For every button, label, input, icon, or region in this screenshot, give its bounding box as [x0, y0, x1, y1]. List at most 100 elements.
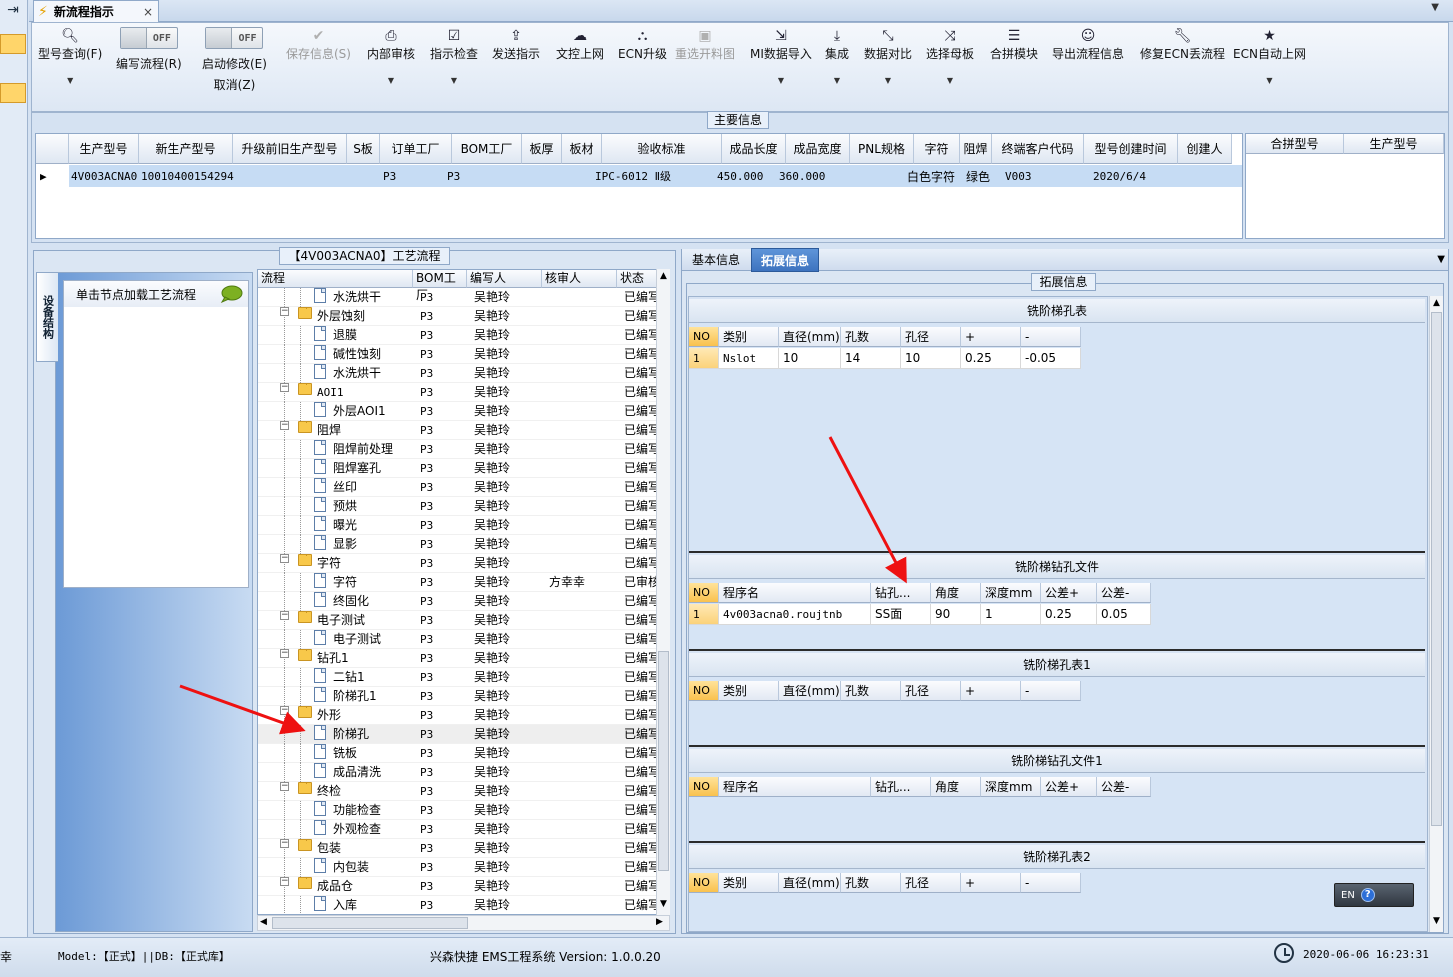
scroll-thumb[interactable]	[1431, 312, 1442, 826]
section-col-header[interactable]: -	[1021, 873, 1081, 893]
col-header[interactable]: 阻焊	[960, 134, 992, 164]
ime-widget[interactable]: EN ?	[1334, 883, 1414, 907]
col-header-combine-model[interactable]: 合拼型号	[1246, 134, 1344, 154]
tab-equipment-structure[interactable]: 设备结构	[36, 272, 58, 362]
scroll-left-icon[interactable]: ◀	[260, 917, 267, 927]
section-col-header[interactable]: 类别	[719, 873, 779, 893]
section-col-header[interactable]: 孔数	[841, 873, 901, 893]
tree-item-row[interactable]: 阻焊塞孔 P3 吴艳玲 已编写	[258, 459, 658, 478]
col-header[interactable]: 终端客户代码	[992, 134, 1084, 164]
section-col-header[interactable]: 直径(mm)	[779, 873, 841, 893]
section-col-header[interactable]: 角度	[931, 777, 981, 797]
section-cell[interactable]: -0.05	[1021, 348, 1081, 369]
col-header[interactable]: BOM工厂	[452, 134, 522, 164]
collapse-icon[interactable]: −	[280, 782, 289, 791]
section-col-header[interactable]: NO	[689, 583, 719, 603]
scroll-up-icon[interactable]: ▲	[657, 271, 670, 281]
tab-basic-info[interactable]: 基本信息	[683, 249, 749, 271]
section-col-header[interactable]: 钻孔...	[871, 583, 931, 603]
section-col-header[interactable]: 直径(mm)	[779, 681, 841, 701]
section-col-header[interactable]: 深度mm	[981, 777, 1041, 797]
section-col-header[interactable]: NO	[689, 777, 719, 797]
scroll-thumb[interactable]	[658, 651, 669, 871]
close-icon[interactable]: ×	[143, 5, 153, 19]
collapse-icon[interactable]: −	[280, 383, 289, 392]
tree-item-row[interactable]: 曝光 P3 吴艳玲 已编写	[258, 516, 658, 535]
scroll-up-icon[interactable]: ▲	[1430, 298, 1443, 308]
collapse-icon[interactable]: −	[280, 706, 289, 715]
tree-folder-row[interactable]: − 成品仓 P3 吴艳玲 已编写	[258, 877, 658, 896]
section-col-header[interactable]: 孔数	[841, 681, 901, 701]
col-header[interactable]: 成品宽度	[786, 134, 850, 164]
section-col-header[interactable]: 公差+	[1041, 583, 1097, 603]
combine-button[interactable]: ☰ 合拼模块	[990, 27, 1038, 62]
tree-item-row[interactable]: 二钻1 P3 吴艳玲 已编写	[258, 668, 658, 687]
col-header[interactable]: 订单工厂	[380, 134, 452, 164]
section-col-header[interactable]: NO	[689, 873, 719, 893]
section-col-header[interactable]: NO	[689, 681, 719, 701]
col-header-author[interactable]: 编写人	[467, 270, 542, 288]
section-cell[interactable]: 10	[779, 348, 841, 369]
tree-folder-row[interactable]: − 字符 P3 吴艳玲 已编写	[258, 554, 658, 573]
col-header[interactable]: S板	[347, 134, 380, 164]
collapse-icon[interactable]: −	[280, 307, 289, 316]
section-col-header[interactable]: +	[961, 327, 1021, 347]
mi-import-button[interactable]: ⇲ MI数据导入 ▼	[750, 27, 812, 85]
tree-folder-row[interactable]: − 包装 P3 吴艳玲 已编写	[258, 839, 658, 858]
section-cell[interactable]: SS面	[871, 604, 931, 625]
collapse-icon[interactable]: −	[280, 649, 289, 658]
section-col-header[interactable]: 孔径	[901, 681, 961, 701]
section-cell[interactable]: 0.25	[1041, 604, 1097, 625]
section-cell[interactable]: 10	[901, 348, 961, 369]
section-col-header[interactable]: 程序名	[719, 583, 871, 603]
tree-item-row[interactable]: 退膜 P3 吴艳玲 已编写	[258, 326, 658, 345]
tree-item-row[interactable]: 成品清洗 P3 吴艳玲 已编写	[258, 763, 658, 782]
section-col-header[interactable]: 孔径	[901, 327, 961, 347]
query-button[interactable]: 🔍︎ 型号查询(F) ▼	[38, 27, 102, 85]
compare-button[interactable]: ⤡ 数据对比 ▼	[864, 27, 912, 85]
section-col-header[interactable]: 公差-	[1097, 777, 1151, 797]
section-col-header[interactable]: 孔径	[901, 873, 961, 893]
scroll-down-icon[interactable]: ▼	[657, 899, 670, 909]
section-cell[interactable]: 90	[931, 604, 981, 625]
auto-modify-toggle[interactable]: OFF 启动修改(E) 取消(Z)	[202, 27, 267, 93]
col-header-reviewer[interactable]: 核审人	[542, 270, 617, 288]
edit-flow-toggle[interactable]: OFF 编写流程(R)	[116, 27, 182, 72]
section-col-header[interactable]: +	[961, 873, 1021, 893]
tree-folder-row[interactable]: − 电子测试 P3 吴艳玲 已编写	[258, 611, 658, 630]
col-header[interactable]: 型号创建时间	[1084, 134, 1178, 164]
tree-folder-row[interactable]: − 钻孔1 P3 吴艳玲 已编写	[258, 649, 658, 668]
section-cell[interactable]: 1	[689, 348, 719, 369]
dock-item-2[interactable]	[0, 83, 26, 103]
collapse-icon[interactable]: −	[280, 877, 289, 886]
tab-new-flow[interactable]: ⚡ 新流程指示 ×	[33, 0, 159, 22]
tree-folder-row[interactable]: − 终检 P3 吴艳玲 已编写	[258, 782, 658, 801]
scroll-down-icon[interactable]: ▼	[1430, 916, 1443, 926]
chevron-down-icon[interactable]: ▼	[1431, 2, 1439, 13]
tree-item-row[interactable]: 水洗烘干 P3 吴艳玲 已编写	[258, 364, 658, 383]
integrate-button[interactable]: ⤓ 集成 ▼	[825, 27, 849, 85]
tree-item-row[interactable]: 入库 P3 吴艳玲 已编写	[258, 896, 658, 914]
check-button[interactable]: ☑ 指示检查 ▼	[430, 27, 478, 85]
section-cell[interactable]: 14	[841, 348, 901, 369]
select-master-button[interactable]: ⤨ 选择母板 ▼	[926, 27, 974, 85]
upload-button[interactable]: ☁ 文控上网	[556, 27, 604, 62]
collapse-icon[interactable]: −	[280, 839, 289, 848]
col-header[interactable]: 生产型号	[69, 134, 139, 164]
col-header[interactable]: 成品长度	[722, 134, 786, 164]
tree-item-row[interactable]: 碱性蚀刻 P3 吴艳玲 已编写	[258, 345, 658, 364]
ecn-upgrade-button[interactable]: ⛬ ECN升级	[618, 27, 667, 62]
cancel-button[interactable]: 取消(Z)	[214, 76, 256, 93]
tree-item-row[interactable]: 功能检查 P3 吴艳玲 已编写	[258, 801, 658, 820]
col-header-production-model[interactable]: 生产型号	[1344, 134, 1444, 154]
fix-ecn-button[interactable]: 🔧︎ 修复ECN丢流程	[1140, 27, 1225, 62]
dock-item-1[interactable]	[0, 34, 26, 54]
collapse-icon[interactable]: −	[280, 421, 289, 430]
col-header[interactable]: 新生产型号	[139, 134, 233, 164]
chevron-down-icon[interactable]: ▼	[1437, 254, 1445, 265]
tree-folder-row[interactable]: − 外层蚀刻 P3 吴艳玲 已编写	[258, 307, 658, 326]
tree-folder-row[interactable]: − AOI1 P3 吴艳玲 已编写	[258, 383, 658, 402]
col-header[interactable]: 字符	[914, 134, 960, 164]
tree-item-row[interactable]: 内包装 P3 吴艳玲 已编写	[258, 858, 658, 877]
tree-item-row[interactable]: 阶梯孔 P3 吴艳玲 已编写	[258, 725, 658, 744]
